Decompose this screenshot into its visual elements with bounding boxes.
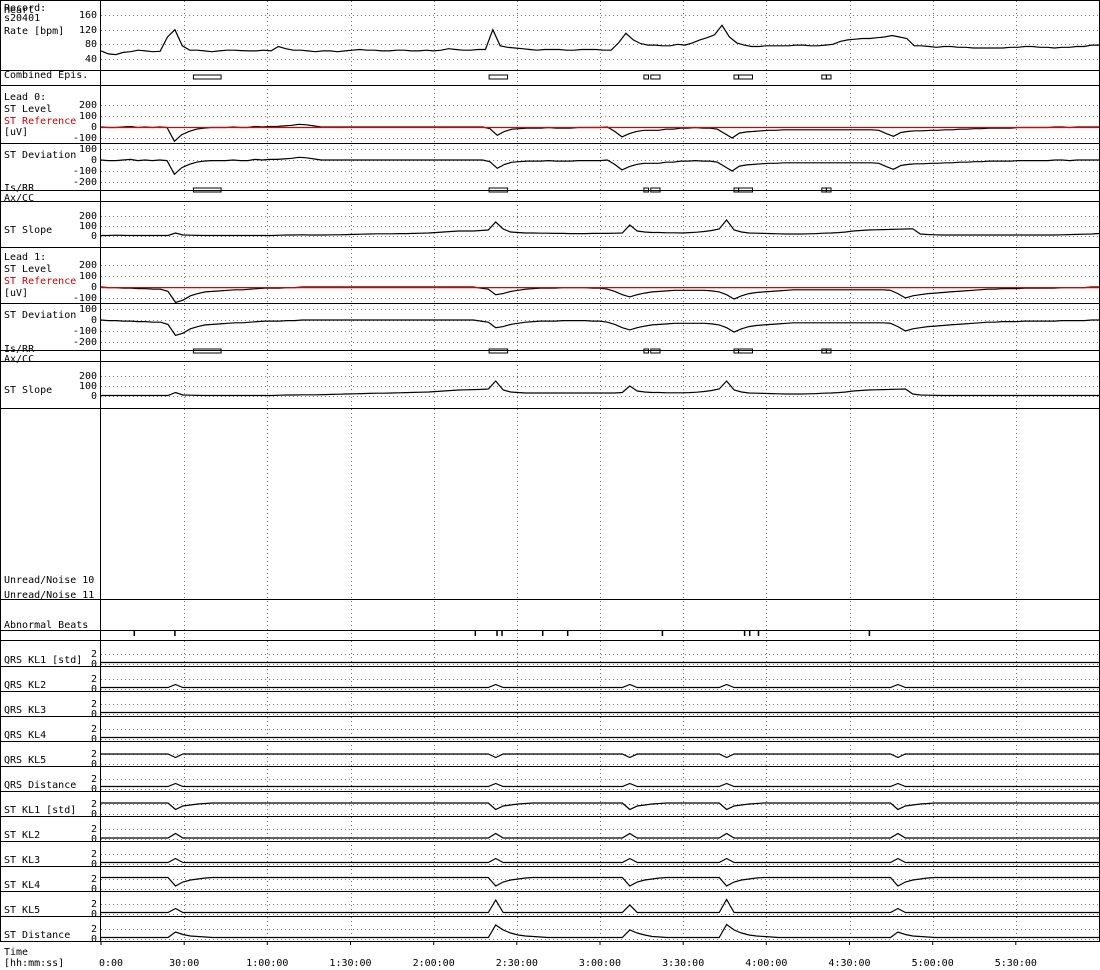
panel-unit-l1_level: [uV] xyxy=(4,288,28,299)
y-tick-l1_slope: 0 xyxy=(91,391,97,402)
panel-label-l1_level: ST Level xyxy=(4,264,52,275)
series-line-st_kl1 xyxy=(101,802,1099,811)
y-tick-st_kl1: 0 xyxy=(91,809,97,820)
y-tick-l0_dev: 100 xyxy=(79,144,97,155)
panel-label-qrs_kl5: QRS KL5 xyxy=(4,755,46,766)
x-axis-unit: [hh:mm:ss] xyxy=(4,958,64,969)
y-tick-hr: 120 xyxy=(79,25,97,36)
panel-label-hr: Heart xyxy=(4,5,34,16)
x-tick-label: 4:00:00 xyxy=(745,958,787,969)
y-tick-st_kl3: 0 xyxy=(91,859,97,870)
y-tick-qrs_dist: 0 xyxy=(91,784,97,795)
panel-label-l0_dev: ST Deviation xyxy=(4,150,76,161)
y-tick-l0_slope: 0 xyxy=(91,231,97,242)
y-tick-hr: 160 xyxy=(79,10,97,21)
y-tick-l0_level: 0 xyxy=(91,122,97,133)
combined-episode xyxy=(733,74,740,80)
y-tick-l0_dev: 0 xyxy=(91,155,97,166)
series-line-qrs_kl2 xyxy=(101,683,1099,689)
y-tick-hr: 80 xyxy=(85,39,97,50)
y-tick-l1_level: 200 xyxy=(79,260,97,271)
panel-label-l1_isrr: Ax/CC xyxy=(4,354,34,365)
y-tick-st_dist: 0 xyxy=(91,934,97,945)
combined-episode xyxy=(192,74,222,80)
y-tick-qrs_kl5: 0 xyxy=(91,759,97,770)
x-tick-label: 2:00:00 xyxy=(413,958,455,969)
panel-label-l0_slope: ST Slope xyxy=(4,225,52,236)
panel-label-st_kl1: ST KL1 [std] xyxy=(4,805,76,816)
panel-label-l0_level: Lead 0: xyxy=(4,92,46,103)
panel-label-qrs_kl1: QRS KL1 [std] xyxy=(4,655,82,666)
panel-unit-l0_level: [uV] xyxy=(4,127,28,138)
plot-frame xyxy=(0,0,1100,942)
combined-episode xyxy=(488,74,509,80)
series-line-l1_slope xyxy=(101,380,1099,397)
y-tick-l1_dev: 0 xyxy=(91,315,97,326)
combined-episode xyxy=(821,74,827,80)
combined-episode xyxy=(650,74,661,80)
panel-label-hr: Rate [bpm] xyxy=(4,26,64,37)
x-tick-label: 4:30:00 xyxy=(828,958,870,969)
y-tick-l0_level: 100 xyxy=(79,111,97,122)
x-tick-label: 3:30:00 xyxy=(662,958,704,969)
y-tick-hr: 40 xyxy=(85,54,97,65)
panel-label-abnormal: Abnormal Beats xyxy=(4,620,88,631)
panel-label-qrs_kl2: QRS KL2 xyxy=(4,680,46,691)
y-tick-st_kl5: 0 xyxy=(91,909,97,920)
panel-label-reference-l0_level: ST Reference xyxy=(4,116,76,127)
panel-label-st_kl3: ST KL3 xyxy=(4,855,40,866)
y-tick-qrs_kl3: 0 xyxy=(91,709,97,720)
y-tick-l1_dev: -100 xyxy=(73,326,97,337)
x-tick-label: 1:00:00 xyxy=(246,958,288,969)
y-tick-l0_dev: -100 xyxy=(73,166,97,177)
series-line-qrs_kl5 xyxy=(101,753,1099,759)
y-tick-l1_dev: -200 xyxy=(73,337,97,348)
y-tick-l0_level: 200 xyxy=(79,100,97,111)
x-tick-label: 1:30:00 xyxy=(329,958,371,969)
panel-label-st_kl4: ST KL4 xyxy=(4,880,40,891)
panel-label-l1_dev: ST Deviation xyxy=(4,310,76,321)
y-tick-l0_level: -100 xyxy=(73,133,97,144)
panel-label-st_kl5: ST KL5 xyxy=(4,905,40,916)
combined-episode xyxy=(738,74,753,80)
y-tick-l1_dev: 100 xyxy=(79,304,97,315)
panel-label-noise11: Unread/Noise 11 xyxy=(4,590,94,601)
y-tick-qrs_kl1: 0 xyxy=(91,659,97,670)
x-tick-label: 5:00:00 xyxy=(912,958,954,969)
x-axis-label: Time xyxy=(4,947,28,958)
series-line-st_kl3 xyxy=(101,857,1099,864)
x-tick-label: 30:00 xyxy=(169,958,199,969)
series-line-st_dist xyxy=(101,923,1099,939)
y-tick-qrs_kl4: 0 xyxy=(91,734,97,745)
y-tick-l0_dev: -200 xyxy=(73,177,97,188)
y-tick-l1_level: 100 xyxy=(79,271,97,282)
panel-label-reference-l1_level: ST Reference xyxy=(4,276,76,287)
x-tick-label: 3:00:00 xyxy=(579,958,621,969)
y-tick-st_kl4: 0 xyxy=(91,884,97,895)
time-gridlines xyxy=(184,1,1017,941)
y-tick-l1_level: -100 xyxy=(73,293,97,304)
y-tick-l1_level: 0 xyxy=(91,282,97,293)
x-tick-label: 0:00 xyxy=(99,958,123,969)
x-tick-label: 5:30:00 xyxy=(995,958,1037,969)
y-tick-st_kl2: 0 xyxy=(91,834,97,845)
holter-trend-chart: Record:s20401HeartRate [bpm]1601208040Co… xyxy=(0,0,1100,969)
panel-label-qrs_kl3: QRS KL3 xyxy=(4,705,46,716)
panel-label-l0_level: ST Level xyxy=(4,104,52,115)
panel-label-l1_level: Lead 1: xyxy=(4,252,46,263)
panel-label-qrs_kl4: QRS KL4 xyxy=(4,730,46,741)
x-tick-label: 2:30:00 xyxy=(496,958,538,969)
panel-label-combined: Combined Epis. xyxy=(4,70,88,81)
panel-label-st_kl2: ST KL2 xyxy=(4,830,40,841)
panel-label-noise10: Unread/Noise 10 xyxy=(4,575,94,586)
combined-episode xyxy=(643,74,650,80)
y-tick-qrs_kl2: 0 xyxy=(91,684,97,695)
panel-label-l0_isrr: Ax/CC xyxy=(4,193,34,204)
series-line-l0_slope xyxy=(101,219,1100,237)
panel-label-qrs_dist: QRS Distance xyxy=(4,780,76,791)
combined-episode xyxy=(825,74,832,80)
panel-label-l1_slope: ST Slope xyxy=(4,385,52,396)
panel-label-st_dist: ST Distance xyxy=(4,930,70,941)
